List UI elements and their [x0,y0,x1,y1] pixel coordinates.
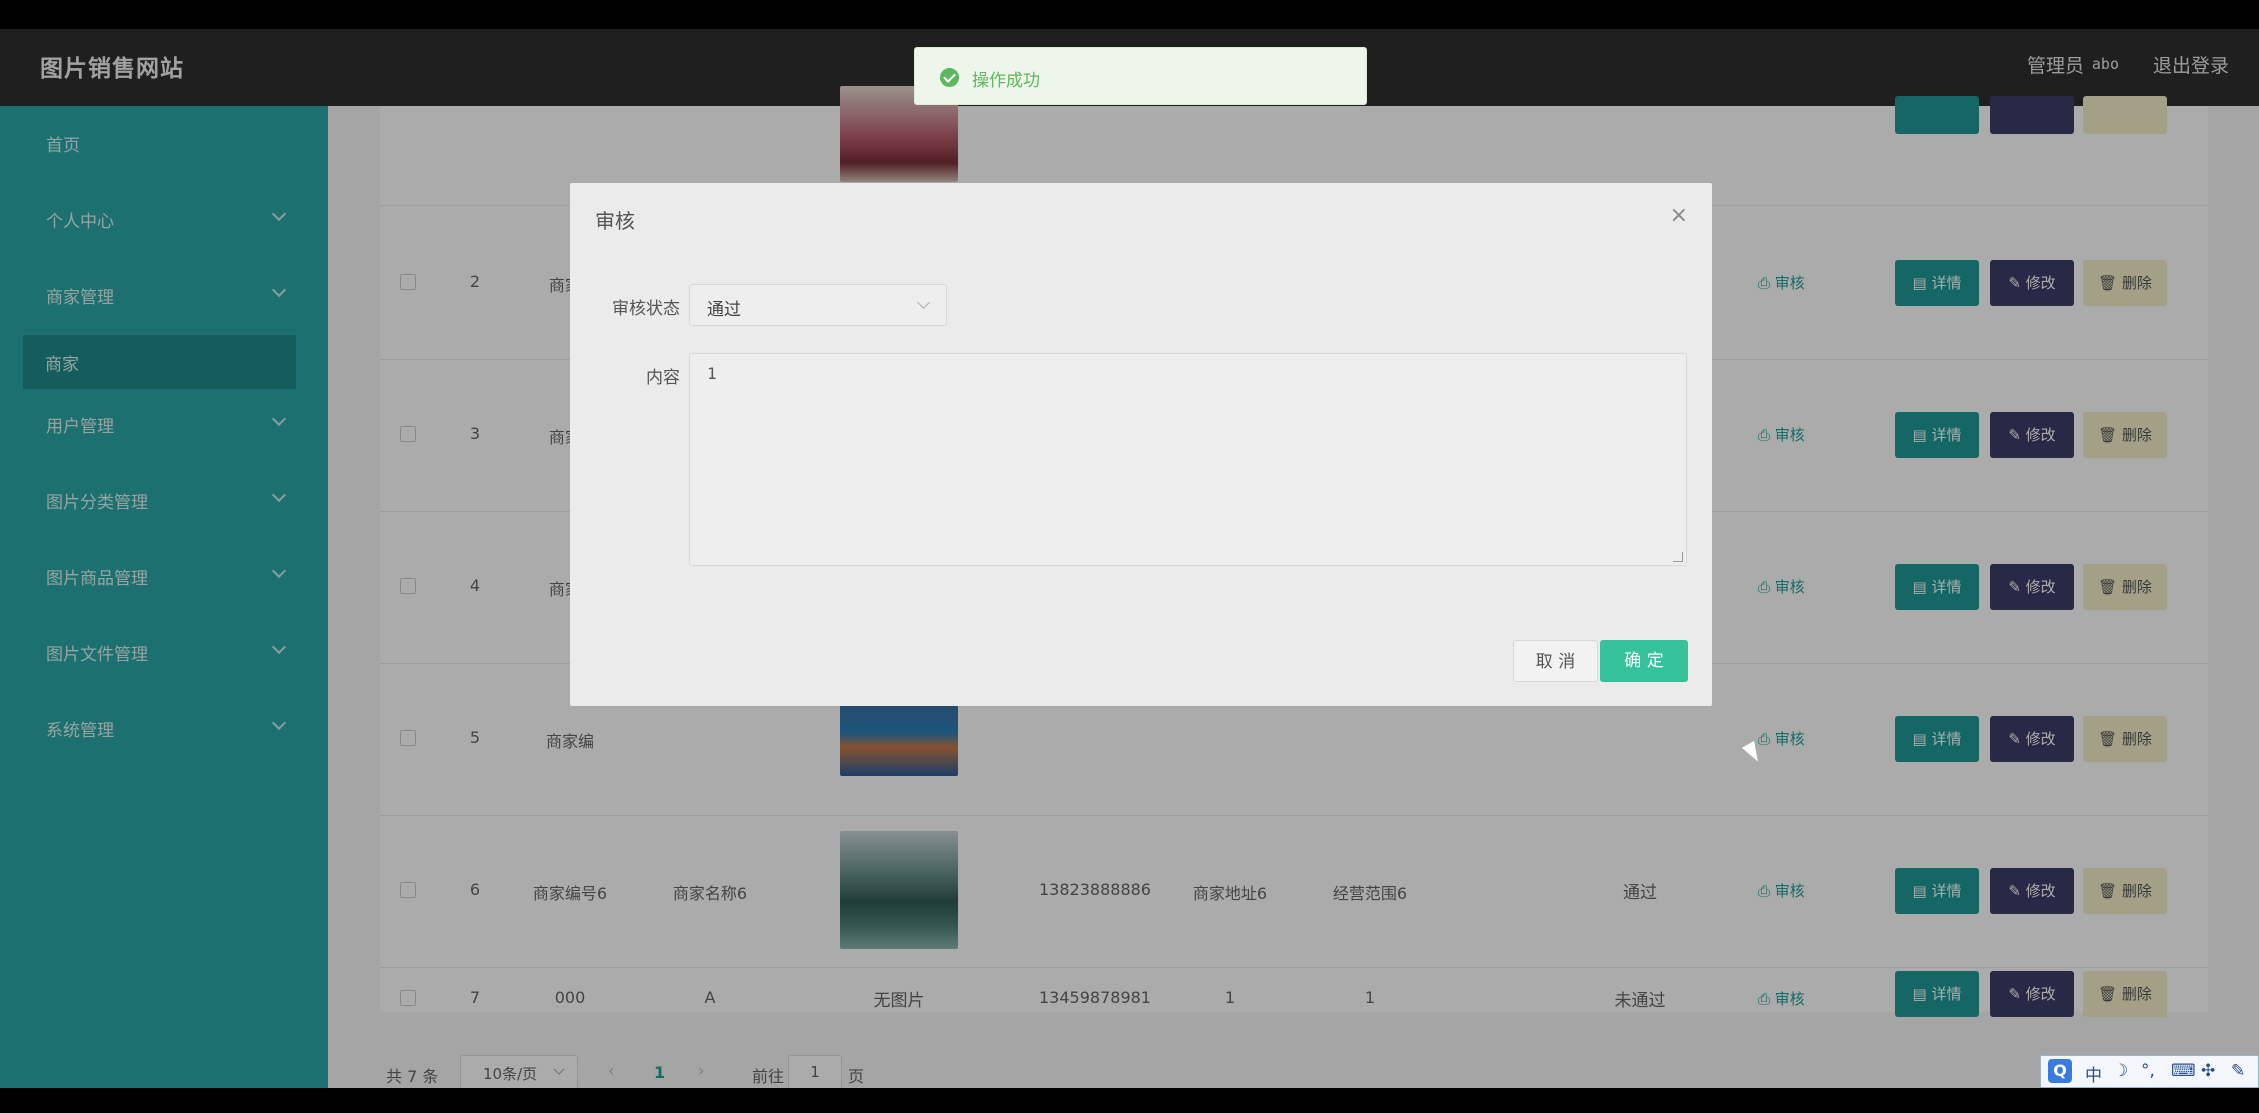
content-value: 1 [707,364,717,383]
chevron-down-icon [917,296,930,309]
confirm-button[interactable]: 确 定 [1600,640,1688,682]
audit-dialog: 审核 × 审核状态 通过 内容 1 取 消 确 定 [570,183,1712,706]
wrench-icon[interactable]: ✎ [2231,1061,2245,1081]
app-screen: 图片销售网站 管理员 abo 退出登录 首页 个人中心 商家管理 商家 用户管理… [0,29,2259,1088]
audit-status-select[interactable]: 通过 [689,284,947,326]
close-icon[interactable]: × [1670,203,1688,228]
content-label: 内容 [646,368,680,388]
resize-handle-icon[interactable] [1673,552,1683,562]
success-toast: 操作成功 [914,47,1367,105]
punctuation-icon[interactable]: °, [2141,1061,2155,1081]
toast-message: 操作成功 [972,71,1040,91]
keyboard-icon[interactable]: ⌨ [2171,1061,2196,1081]
moon-icon[interactable]: ☽ [2113,1061,2128,1081]
ime-toolbar[interactable]: Q 中 ☽ °, ⌨ ✣ ✎ [2040,1055,2259,1088]
ime-language[interactable]: 中 [2085,1061,2102,1086]
check-circle-icon [940,68,959,87]
audit-status-label: 审核状态 [612,299,680,319]
tools-icon[interactable]: ✣ [2201,1061,2215,1081]
cancel-button[interactable]: 取 消 [1513,640,1598,682]
content-textarea[interactable]: 1 [689,353,1687,566]
ime-logo-icon: Q [2048,1059,2072,1083]
audit-status-value: 通过 [707,300,741,320]
dialog-title: 审核 [595,209,635,233]
